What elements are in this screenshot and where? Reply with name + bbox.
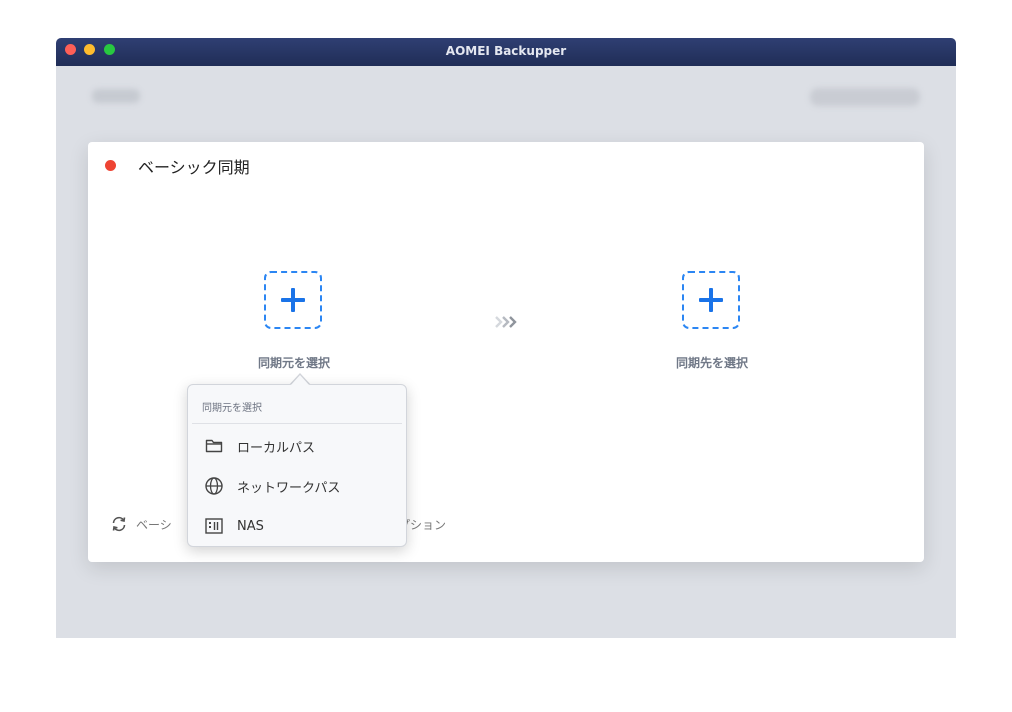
blurred-header-text (92, 89, 140, 103)
card-title: ベーシック同期 (138, 158, 250, 177)
basic-sync-mode[interactable]: ベーシ (110, 514, 172, 534)
destination-label[interactable]: 同期先を選択 (642, 354, 782, 371)
window-title: AOMEI Backupper (445, 44, 567, 58)
menu-item-label: NAS (237, 518, 264, 534)
menu-item-label: ネットワークパス (237, 480, 341, 496)
blurred-header-button (810, 88, 920, 106)
app-window: AOMEI Backupper ベーシック同期 同期元を選択 同期先を選択 ベー… (56, 38, 956, 638)
direction-arrows-icon (495, 316, 517, 328)
select-destination-button[interactable] (682, 271, 740, 329)
nas-icon (205, 518, 223, 534)
menu-item-nas[interactable]: NAS (204, 515, 394, 537)
menu-item-local-path[interactable]: ローカルパス (204, 435, 394, 457)
source-label[interactable]: 同期元を選択 (224, 354, 364, 371)
popover-divider (192, 423, 402, 424)
popover-header: 同期元を選択 (202, 403, 262, 414)
sync-icon (112, 516, 126, 532)
status-dot (105, 160, 116, 171)
select-source-button[interactable] (264, 271, 322, 329)
sync-mode-label: ベーシ (136, 517, 172, 532)
menu-item-label: ローカルパス (237, 440, 316, 456)
menu-item-network-path[interactable]: ネットワークパス (204, 475, 394, 497)
popover-arrow-fill (290, 375, 310, 386)
title-bar[interactable]: AOMEI Backupper (56, 38, 956, 66)
folder-icon (205, 439, 223, 453)
globe-icon (205, 477, 223, 495)
source-type-popover: 同期元を選択 ローカルパス ネットワークパス NAS (187, 384, 407, 547)
